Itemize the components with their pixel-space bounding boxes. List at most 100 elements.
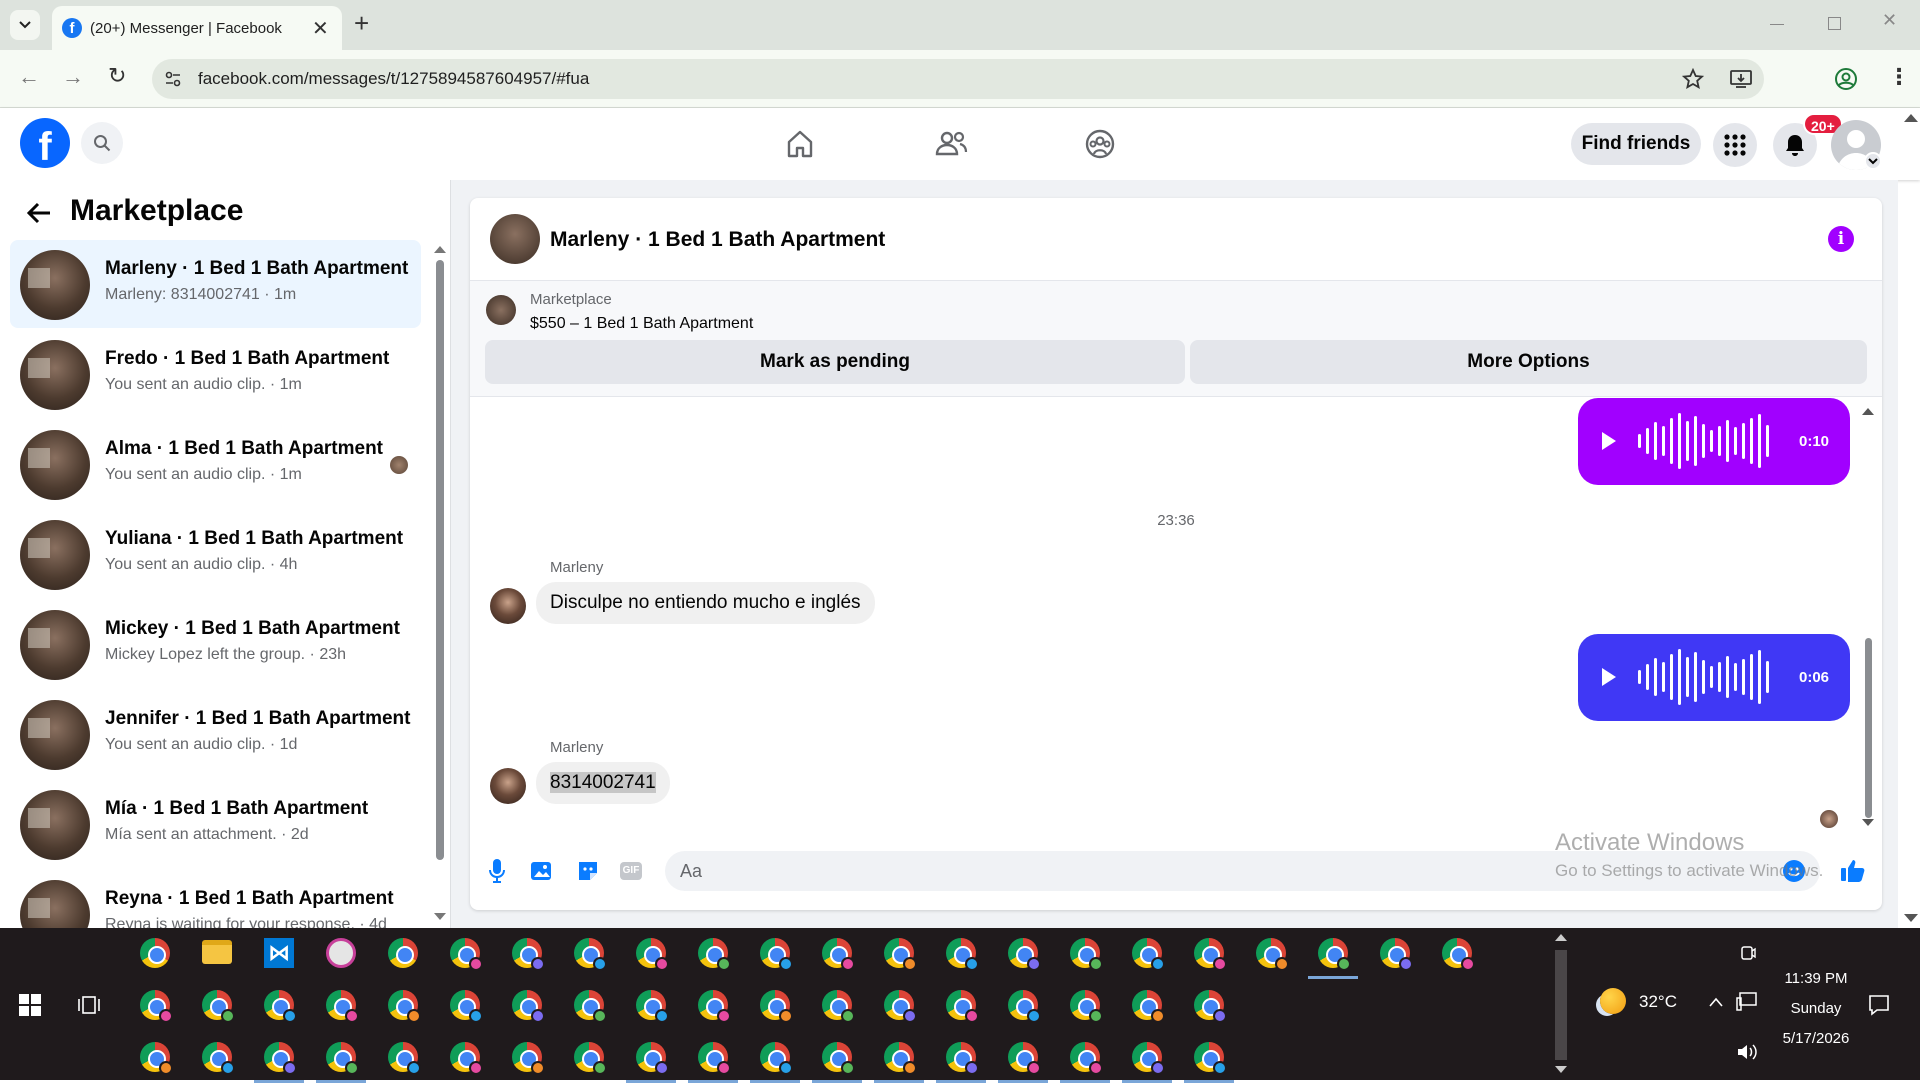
- conversation-item[interactable]: Mickey · 1 Bed 1 Bath Apartment Mickey L…: [10, 600, 421, 688]
- page-scroll-up-arrow[interactable]: [1904, 114, 1918, 122]
- chrome-profile-taskbar-icon[interactable]: [574, 1042, 607, 1075]
- menu-button[interactable]: [1713, 123, 1757, 167]
- conversation-item[interactable]: Fredo · 1 Bed 1 Bath Apartment You sent …: [10, 330, 421, 418]
- meet-now-icon[interactable]: [1740, 944, 1756, 962]
- received-message[interactable]: Disculpe no entiendo mucho e inglés: [536, 582, 875, 624]
- browser-tab-messenger[interactable]: f (20+) Messenger | Facebook ✕: [52, 6, 342, 50]
- chrome-taskbar-icon[interactable]: [140, 938, 170, 968]
- paint-icon[interactable]: [326, 938, 356, 968]
- bookmark-star-icon[interactable]: [1682, 68, 1704, 90]
- chrome-profile-taskbar-icon[interactable]: [450, 938, 483, 971]
- back-arrow-icon[interactable]: [26, 202, 52, 224]
- conversation-item[interactable]: Jennifer · 1 Bed 1 Bath Apartment You se…: [10, 690, 421, 778]
- sender-avatar[interactable]: [490, 768, 526, 804]
- listing-title[interactable]: $550 – 1 Bed 1 Bath Apartment: [530, 315, 753, 333]
- page-scroll-down-arrow[interactable]: [1904, 914, 1918, 922]
- chrome-profile-taskbar-icon[interactable]: [760, 1042, 793, 1075]
- chrome-profile-taskbar-icon[interactable]: [574, 938, 607, 971]
- thread-scroll-up-arrow[interactable]: [1862, 408, 1874, 415]
- file-explorer-icon[interactable]: [202, 940, 232, 964]
- chrome-profile-taskbar-icon[interactable]: [822, 938, 855, 971]
- sticker-icon[interactable]: [576, 859, 600, 883]
- home-icon[interactable]: [784, 128, 816, 160]
- chrome-profile-taskbar-icon[interactable]: [884, 990, 917, 1023]
- chrome-profile-taskbar-icon[interactable]: [698, 1042, 731, 1075]
- conversation-info-button[interactable]: i: [1828, 226, 1854, 252]
- back-arrow-icon[interactable]: ←: [18, 64, 40, 90]
- chrome-profile-taskbar-icon[interactable]: [202, 990, 235, 1023]
- search-button[interactable]: [81, 122, 123, 164]
- conversation-item[interactable]: Alma · 1 Bed 1 Bath Apartment You sent a…: [10, 420, 421, 508]
- photo-icon[interactable]: [530, 859, 554, 883]
- thread-scroll-down-arrow[interactable]: [1862, 819, 1874, 826]
- chrome-profile-taskbar-icon[interactable]: [1442, 938, 1475, 971]
- chrome-profile-taskbar-icon[interactable]: [450, 1042, 483, 1075]
- volume-icon[interactable]: [1736, 1043, 1758, 1061]
- chat-avatar[interactable]: [490, 214, 540, 264]
- chrome-profile-taskbar-icon[interactable]: [1380, 938, 1413, 971]
- conversation-item[interactable]: Yuliana · 1 Bed 1 Bath Apartment You sen…: [10, 510, 421, 598]
- chrome-profile-taskbar-icon[interactable]: [326, 990, 359, 1023]
- restore-window-icon[interactable]: [1828, 17, 1841, 30]
- chrome-profile-taskbar-icon[interactable]: [1194, 990, 1227, 1023]
- chrome-profile-taskbar-icon[interactable]: [1132, 990, 1165, 1023]
- conversation-item[interactable]: Reyna · 1 Bed 1 Bath Apartment Reyna is …: [10, 870, 421, 930]
- microphone-icon[interactable]: [488, 858, 506, 884]
- network-icon[interactable]: [1736, 992, 1758, 1012]
- weather-icon[interactable]: [1600, 988, 1626, 1014]
- thread-scrollbar-thumb[interactable]: [1865, 638, 1872, 818]
- profile-icon[interactable]: [1834, 67, 1858, 91]
- weather-temperature[interactable]: 32°C: [1639, 992, 1677, 1012]
- chrome-profile-taskbar-icon[interactable]: [1318, 938, 1351, 971]
- chrome-profile-taskbar-icon[interactable]: [512, 938, 545, 971]
- capcut-icon[interactable]: ⋈: [264, 938, 294, 968]
- new-tab-button[interactable]: +: [354, 8, 369, 39]
- chrome-profile-taskbar-icon[interactable]: [760, 990, 793, 1023]
- chrome-profile-taskbar-icon[interactable]: [946, 1042, 979, 1075]
- chrome-profile-taskbar-icon[interactable]: [140, 990, 173, 1023]
- chrome-profile-taskbar-icon[interactable]: [1194, 938, 1227, 971]
- play-icon[interactable]: [1602, 432, 1616, 450]
- tab-search-button[interactable]: [10, 10, 40, 40]
- taskbar-scroll-down-arrow[interactable]: [1555, 1066, 1567, 1073]
- chrome-profile-taskbar-icon[interactable]: [760, 938, 793, 971]
- forward-arrow-icon[interactable]: →: [62, 64, 84, 90]
- taskbar-scrollbar-thumb[interactable]: [1555, 950, 1567, 1060]
- sender-avatar[interactable]: [490, 588, 526, 624]
- friends-icon[interactable]: [934, 128, 968, 160]
- chrome-profile-taskbar-icon[interactable]: [1008, 990, 1041, 1023]
- list-scroll-down-arrow[interactable]: [434, 913, 446, 920]
- chrome-profile-taskbar-icon[interactable]: [1070, 938, 1103, 971]
- minimize-window-icon[interactable]: [1770, 24, 1784, 25]
- phone-number-text[interactable]: 8314002741: [550, 772, 656, 793]
- conversation-item[interactable]: Marleny · 1 Bed 1 Bath Apartment Marleny…: [10, 240, 421, 328]
- chrome-profile-taskbar-icon[interactable]: [326, 1042, 359, 1075]
- chrome-profile-taskbar-icon[interactable]: [1132, 1042, 1165, 1075]
- chrome-profile-taskbar-icon[interactable]: [1132, 938, 1165, 971]
- chrome-profile-taskbar-icon[interactable]: [1008, 938, 1041, 971]
- chrome-profile-taskbar-icon[interactable]: [636, 990, 669, 1023]
- chrome-profile-taskbar-icon[interactable]: [512, 1042, 545, 1075]
- chrome-profile-taskbar-icon[interactable]: [388, 1042, 421, 1075]
- browser-menu-icon[interactable]: ⋮: [1888, 64, 1910, 90]
- task-view-icon[interactable]: [78, 994, 100, 1016]
- chrome-profile-taskbar-icon[interactable]: [884, 1042, 917, 1075]
- site-info-icon[interactable]: [164, 70, 182, 88]
- chrome-profile-taskbar-icon[interactable]: [822, 1042, 855, 1075]
- chrome-taskbar-icon[interactable]: [388, 938, 418, 968]
- thumbs-up-icon[interactable]: [1840, 857, 1866, 883]
- list-scroll-up-arrow[interactable]: [434, 246, 446, 253]
- chrome-profile-taskbar-icon[interactable]: [1256, 938, 1289, 971]
- chrome-profile-taskbar-icon[interactable]: [388, 990, 421, 1023]
- chrome-profile-taskbar-icon[interactable]: [450, 990, 483, 1023]
- audio-message-sent[interactable]: 0:10: [1578, 398, 1850, 485]
- close-window-icon[interactable]: ✕: [1882, 10, 1897, 31]
- chrome-profile-taskbar-icon[interactable]: [1008, 1042, 1041, 1075]
- audio-message-sent[interactable]: 0:06: [1578, 634, 1850, 721]
- chrome-profile-taskbar-icon[interactable]: [946, 990, 979, 1023]
- taskbar-scroll-up-arrow[interactable]: [1555, 934, 1567, 941]
- notification-center-icon[interactable]: [1868, 994, 1890, 1016]
- chrome-profile-taskbar-icon[interactable]: [1070, 1042, 1103, 1075]
- account-chevron-icon[interactable]: [1864, 152, 1882, 170]
- list-scrollbar-thumb[interactable]: [436, 260, 444, 860]
